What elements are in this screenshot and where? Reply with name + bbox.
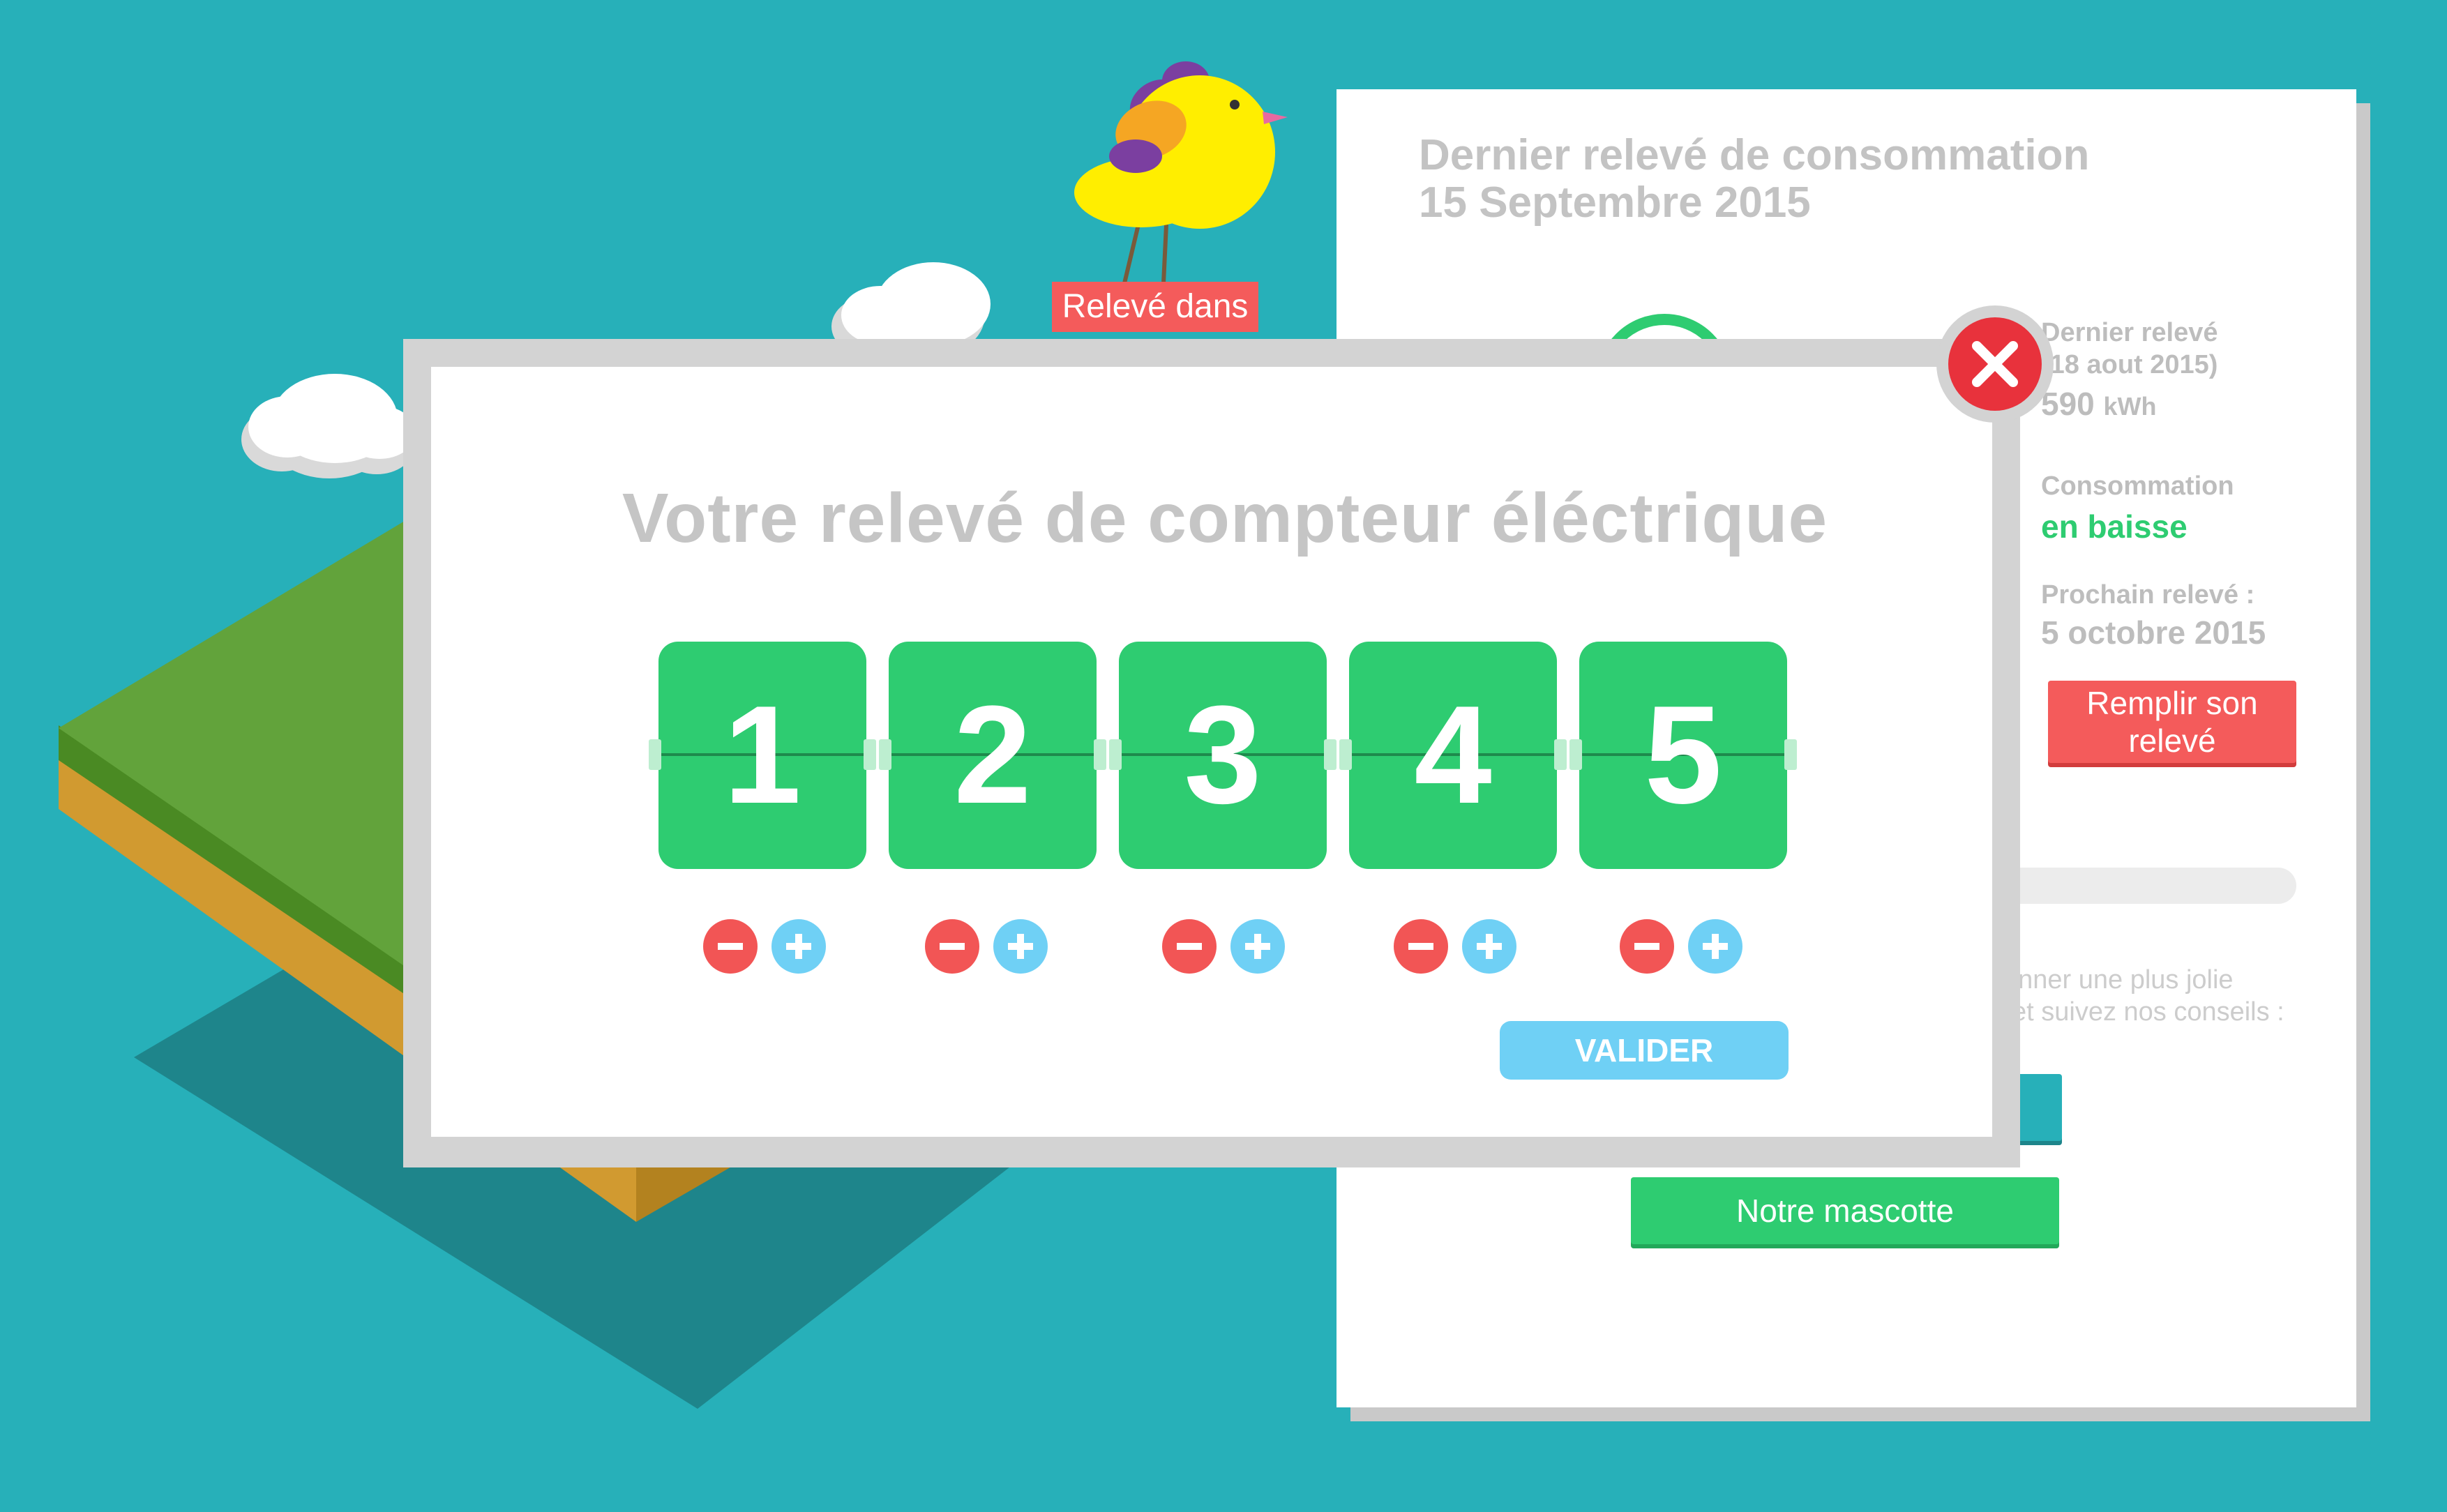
close-button-face [1948, 317, 2042, 411]
digit-3-increment-button[interactable] [1230, 919, 1285, 974]
consumption-label: Consommation [2041, 471, 2234, 501]
next-reading-date: 5 octobre 2015 [2041, 614, 2266, 651]
digit-hinge-right [864, 739, 876, 770]
digit-1-decrement-button[interactable] [703, 919, 758, 974]
digit-1-increment-button[interactable] [771, 919, 826, 974]
digit-hinge-left [1569, 739, 1582, 770]
meter-reading-modal: Votre relevé de compteur éléctrique 1 2 … [431, 367, 1992, 1137]
digit-2-decrement-button[interactable] [925, 919, 979, 974]
next-reading-label: Prochain relevé : [2041, 580, 2255, 610]
panel-title: Dernier relevé de consommation [1419, 131, 2090, 179]
fill-reading-button[interactable]: Remplir son relevé [2048, 681, 2296, 763]
plus-icon [1245, 934, 1270, 959]
digit-hinge-left [879, 739, 891, 770]
last-reading-unit: kWh [2103, 392, 2157, 421]
digit-hinge-left [649, 739, 661, 770]
digit-2-increment-button[interactable] [993, 919, 1048, 974]
validate-button[interactable]: VALIDER [1500, 1021, 1789, 1080]
minus-icon [1634, 943, 1659, 950]
digit-4-decrement-button[interactable] [1394, 919, 1448, 974]
close-modal-button[interactable] [1936, 305, 2054, 423]
cloud-icon [241, 374, 416, 478]
meter-digit-1: 1 [649, 642, 876, 869]
plus-icon [1008, 934, 1033, 959]
mascot-button[interactable]: Notre mascotte [1631, 1177, 2059, 1244]
digit-value: 5 [1644, 677, 1722, 833]
minus-icon [1408, 943, 1433, 950]
digit-3-decrement-button[interactable] [1162, 919, 1217, 974]
reading-countdown-badge: Relevé dans [1052, 282, 1258, 332]
digit-hinge-right [1784, 739, 1797, 770]
digit-5-decrement-button[interactable] [1620, 919, 1674, 974]
meter-digit-3: 3 [1109, 642, 1337, 869]
digit-5-increment-button[interactable] [1688, 919, 1742, 974]
digit-hinge-left [1339, 739, 1352, 770]
modal-title: Votre relevé de compteur éléctrique [622, 479, 1828, 557]
last-reading-value: 590 kWh [2041, 385, 2157, 423]
digit-hinge-left [1109, 739, 1122, 770]
consumption-trend: en baisse [2041, 508, 2188, 545]
last-reading-date: (18 aout 2015) [2041, 350, 2218, 379]
meter-digit-2: 2 [879, 642, 1106, 869]
digit-hinge-right [1554, 739, 1567, 770]
digit-hinge-right [1094, 739, 1106, 770]
minus-icon [718, 943, 743, 950]
meter-digit-4: 4 [1339, 642, 1567, 869]
bird-mascot-icon [1074, 61, 1288, 284]
digit-value: 3 [1184, 677, 1262, 833]
panel-date: 15 Septembre 2015 [1419, 179, 1811, 227]
digit-value: 4 [1414, 677, 1492, 833]
close-icon [1972, 341, 2018, 387]
plus-icon [1477, 934, 1502, 959]
plus-icon [1703, 934, 1728, 959]
last-reading-number: 590 [2041, 386, 2095, 422]
digit-hinge-right [1324, 739, 1337, 770]
tips-text-line-1: onner une plus jolie [2003, 965, 2234, 995]
digit-4-increment-button[interactable] [1462, 919, 1516, 974]
minus-icon [940, 943, 965, 950]
tips-text-line-2: et suivez nos conseils : [2012, 997, 2284, 1027]
digit-value: 1 [723, 677, 801, 833]
last-reading-label: Dernier relevé [2041, 318, 2218, 347]
plus-icon [786, 934, 811, 959]
minus-icon [1177, 943, 1202, 950]
digit-value: 2 [954, 677, 1032, 833]
meter-digit-5: 5 [1569, 642, 1797, 869]
